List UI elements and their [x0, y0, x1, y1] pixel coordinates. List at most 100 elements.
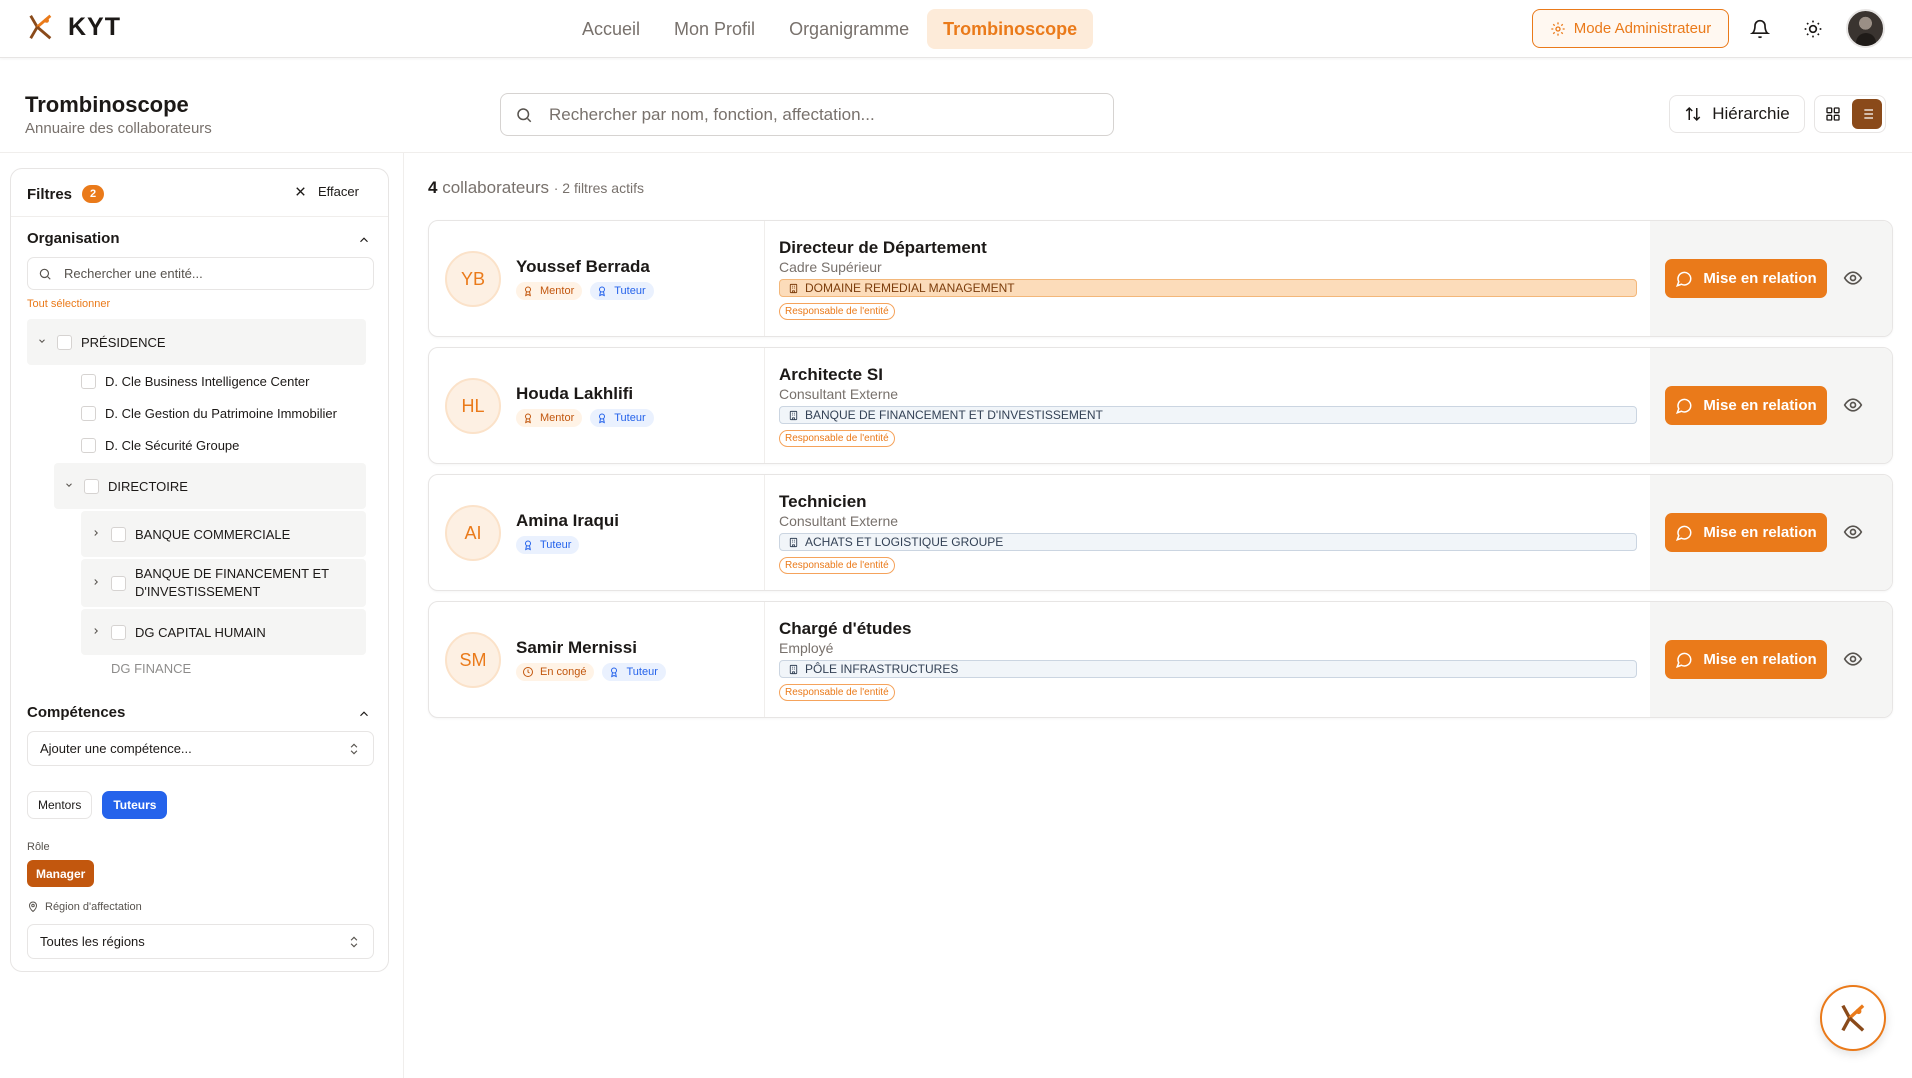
assistant-fab-button[interactable] [1820, 985, 1886, 1051]
responsable-badge: Responsable de l'entité [779, 303, 895, 320]
tree-checkbox[interactable] [111, 624, 126, 640]
entity-tag[interactable]: ACHATS ET LOGISTIQUE GROUPE [779, 533, 1637, 551]
main-nav: Accueil Mon Profil Organigramme Trombino… [566, 9, 1095, 49]
chevron-down-icon[interactable] [37, 336, 49, 348]
chevron-right-icon[interactable] [91, 577, 103, 589]
eye-icon[interactable] [1843, 268, 1863, 288]
nav-mon-profil[interactable]: Mon Profil [658, 9, 771, 49]
user-avatar[interactable] [1846, 9, 1885, 48]
admin-mode-label: Mode Administrateur [1573, 20, 1712, 37]
organisation-search-input[interactable] [64, 266, 364, 281]
tree-node-bfi[interactable]: BANQUE DE FINANCEMENT ET D'INVESTISSEMEN… [81, 559, 366, 607]
eye-icon[interactable] [1843, 649, 1863, 669]
tree-node-presidence[interactable]: PRÉSIDENCE [27, 319, 366, 365]
region-select[interactable]: Toutes les régions [27, 924, 374, 959]
tree-node-dg-finance[interactable]: DG FINANCE [111, 661, 191, 676]
grid-view-button[interactable] [1818, 99, 1848, 129]
badge-label: En congé [540, 666, 587, 678]
close-icon [296, 187, 305, 196]
job-title: Chargé d'études [779, 619, 912, 638]
eye-icon[interactable] [1843, 395, 1863, 415]
entity-tag[interactable]: BANQUE DE FINANCEMENT ET D'INVESTISSEMEN… [779, 406, 1637, 424]
page-subtitle: Annuaire des collaborateurs [25, 120, 212, 137]
tree-node-directoire[interactable]: DIRECTOIRE [54, 463, 366, 509]
card-identity: HL Houda Lakhlifi Mentor Tuteur [429, 348, 765, 463]
notifications-button[interactable] [1748, 17, 1772, 41]
contact-button[interactable]: Mise en relation [1665, 259, 1827, 298]
contact-button[interactable]: Mise en relation [1665, 386, 1827, 425]
tree-node-securite[interactable]: D. Cle Sécurité Groupe [81, 432, 239, 458]
nav-accueil[interactable]: Accueil [566, 9, 656, 49]
competences-section-title[interactable]: Compétences [27, 704, 125, 721]
filters-count-badge: 2 [82, 185, 105, 203]
job-grade: Consultant Externe [779, 513, 899, 529]
organisation-tree: PRÉSIDENCE D. Cle Business Intelligence … [27, 319, 374, 679]
theme-toggle-button[interactable] [1801, 17, 1825, 41]
tree-node-banque-commerciale[interactable]: BANQUE COMMERCIALE [81, 511, 366, 557]
app-logo[interactable]: KYT [26, 12, 121, 42]
collaborator-name[interactable]: Samir Mernissi [516, 638, 637, 658]
eye-icon[interactable] [1843, 522, 1863, 542]
region-select-value: Toutes les régions [40, 934, 145, 949]
main-search[interactable] [500, 93, 1114, 136]
active-filters-label: · 2 filtres actifs [553, 180, 644, 196]
contact-button[interactable]: Mise en relation [1665, 513, 1827, 552]
card-details: Chargé d'études Employé PÔLE INFRASTRUCT… [779, 602, 1639, 717]
award-icon [611, 667, 618, 678]
card-details: Directeur de Département Cadre Supérieur… [779, 221, 1639, 336]
chevron-right-icon[interactable] [91, 528, 103, 540]
entity-tag[interactable]: DOMAINE REMEDIAL MANAGEMENT [779, 279, 1637, 297]
organisation-section-title[interactable]: Organisation [27, 230, 120, 247]
contact-button[interactable]: Mise en relation [1665, 640, 1827, 679]
role-manager-pill[interactable]: Manager [27, 860, 95, 887]
chevron-down-icon[interactable] [64, 480, 76, 492]
region-label-text: Région d'affectation [45, 901, 142, 913]
bell-icon [1750, 19, 1770, 39]
tree-node-capital-humain[interactable]: DG CAPITAL HUMAIN [81, 609, 366, 655]
results-count-label: collaborateurs [442, 178, 549, 197]
tree-node-label: PRÉSIDENCE [81, 334, 166, 350]
card-actions: Mise en relation [1650, 475, 1892, 590]
tree-checkbox[interactable] [57, 334, 72, 350]
tuteurs-filter-pill[interactable]: Tuteurs [102, 791, 168, 819]
chevron-up-icon[interactable] [357, 233, 371, 247]
collaborator-card[interactable]: HL Houda Lakhlifi Mentor Tuteur Architect… [428, 347, 1893, 464]
chevron-right-icon[interactable] [91, 626, 103, 638]
tree-checkbox[interactable] [84, 478, 99, 494]
hierarchy-sort-button[interactable]: Hiérarchie [1669, 95, 1805, 133]
mentors-filter-pill[interactable]: Mentors [27, 791, 93, 819]
list-view-button[interactable] [1852, 99, 1882, 129]
entity-tag[interactable]: PÔLE INFRASTRUCTURES [779, 660, 1637, 678]
collaborator-card[interactable]: SM Samir Mernissi En congé Tuteur Chargé … [428, 601, 1893, 718]
collaborator-card[interactable]: AI Amina Iraqui Tuteur Technicien Consul… [428, 474, 1893, 591]
collaborator-name[interactable]: Houda Lakhlifi [516, 384, 633, 404]
entity-label: BANQUE DE FINANCEMENT ET D'INVESTISSEMEN… [805, 408, 1103, 422]
card-actions: Mise en relation [1650, 602, 1892, 717]
tree-checkbox[interactable] [81, 405, 96, 421]
collaborator-name[interactable]: Youssef Berrada [516, 257, 650, 277]
award-icon [599, 413, 606, 424]
tree-checkbox[interactable] [111, 575, 126, 591]
admin-mode-button[interactable]: Mode Administrateur [1532, 9, 1729, 48]
page-title: Trombinoscope [25, 92, 189, 117]
tree-node-bi-center[interactable]: D. Cle Business Intelligence Center [81, 368, 310, 394]
tree-node-patrimoine[interactable]: D. Cle Gestion du Patrimoine Immobilier [81, 400, 337, 426]
clear-filters-button[interactable]: Effacer [293, 184, 359, 199]
chevron-up-icon[interactable] [357, 707, 371, 721]
nav-trombinoscope[interactable]: Trombinoscope [927, 9, 1094, 49]
view-toggle [1814, 95, 1886, 133]
collaborator-name[interactable]: Amina Iraqui [516, 511, 619, 531]
card-identity: YB Youssef Berrada Mentor Tuteur [429, 221, 765, 336]
tree-node-label: BANQUE COMMERCIALE [135, 526, 291, 542]
tree-checkbox[interactable] [81, 373, 96, 389]
tree-checkbox[interactable] [111, 526, 126, 542]
competence-select[interactable]: Ajouter une compétence... [27, 731, 374, 766]
job-title: Directeur de Département [779, 238, 987, 257]
tree-checkbox[interactable] [81, 437, 96, 453]
collaborator-card[interactable]: YB Youssef Berrada Mentor Tuteur Directeu… [428, 220, 1893, 337]
select-all-link[interactable]: Tout sélectionner [27, 298, 110, 310]
entity-label: DOMAINE REMEDIAL MANAGEMENT [805, 281, 1015, 295]
main-search-input[interactable] [549, 104, 1089, 125]
organisation-search[interactable] [27, 257, 374, 290]
nav-organigramme[interactable]: Organigramme [773, 9, 925, 49]
